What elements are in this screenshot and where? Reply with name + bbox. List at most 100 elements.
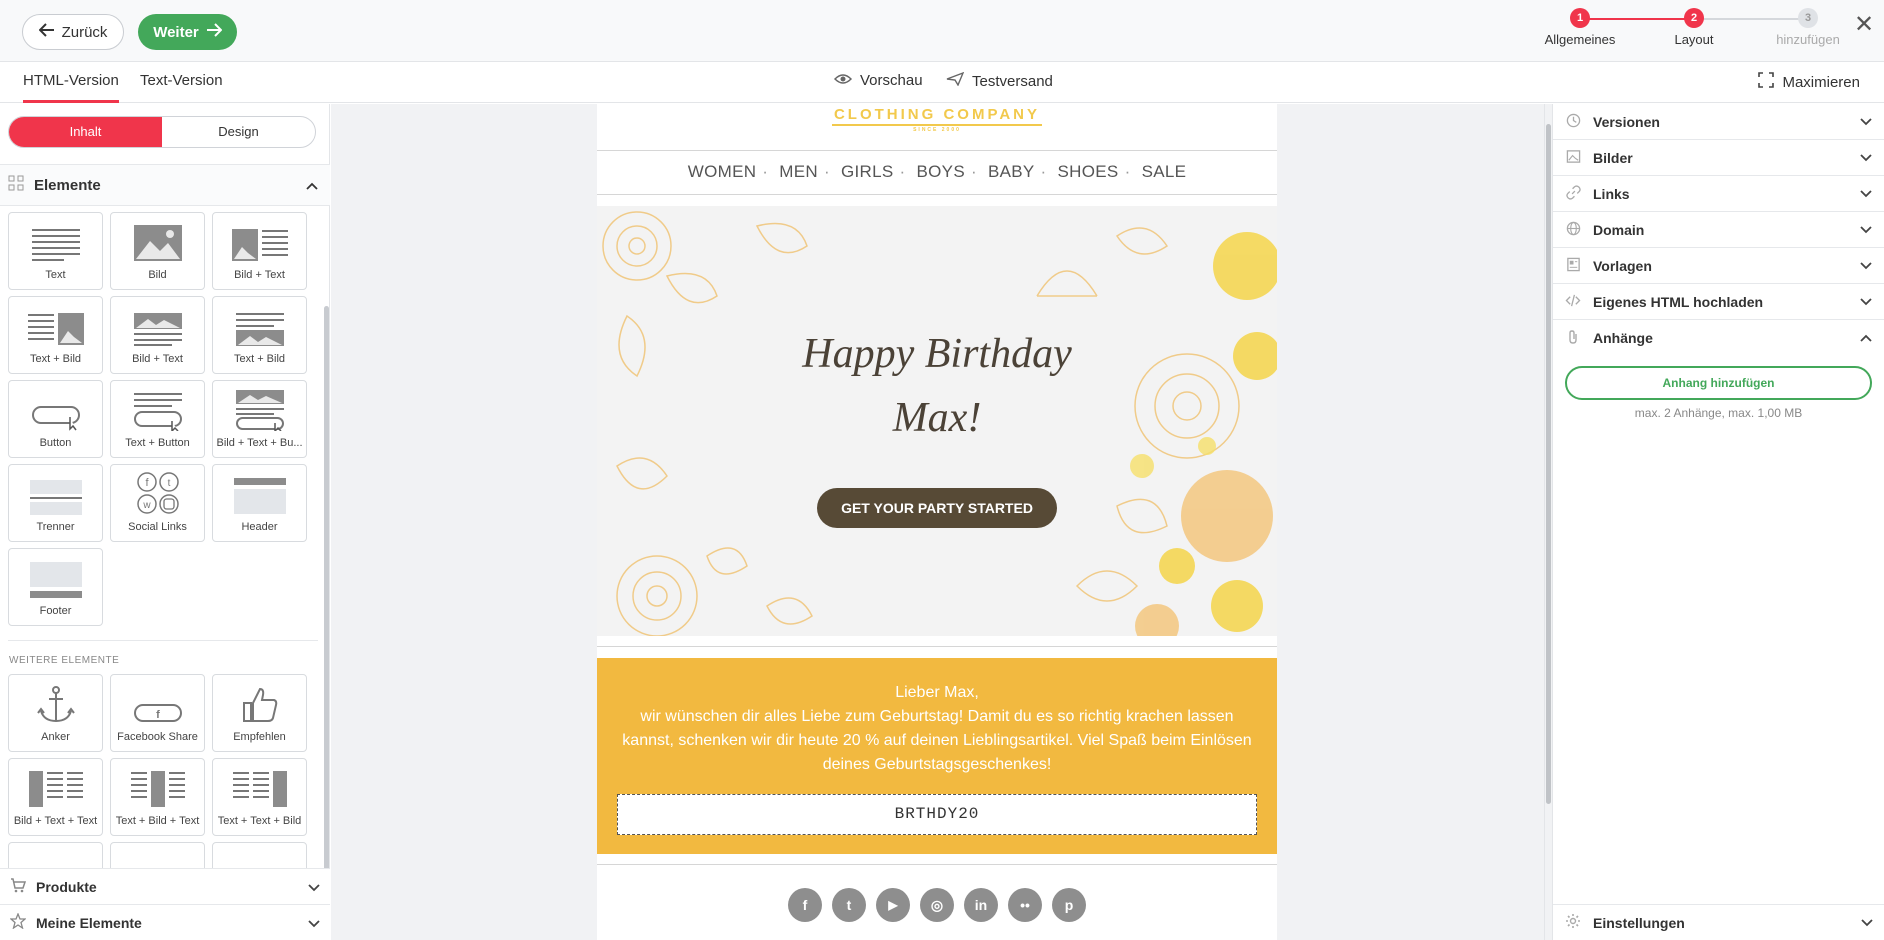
logo-since: SINCE 2000 [913,127,961,133]
next-button[interactable]: Weiter [138,14,237,50]
element-label: Bild [148,269,167,281]
element-text-image[interactable]: Text + Bild [8,296,103,374]
versions-section[interactable]: Versionen [1553,104,1884,140]
sidebar-scrollbar[interactable] [324,306,329,906]
chevron-down-icon[interactable] [1860,223,1872,237]
element-text-image-text[interactable]: Text + Bild + Text [110,758,205,836]
coupon-code[interactable]: BRTHDY20 [617,794,1257,835]
tab-text-version[interactable]: Text-Version [140,63,223,103]
chevron-down-icon[interactable] [1861,916,1873,930]
nav-link[interactable]: GIRLS [841,162,894,181]
element-header[interactable]: Header [212,464,307,542]
company-logo: CLOTHING COMPANY SINCE 2000 [597,104,1277,133]
chevron-up-icon[interactable] [1860,331,1872,345]
my-elements-section[interactable]: Meine Elemente [0,904,330,940]
flickr-icon[interactable]: •• [1008,888,1042,922]
links-section[interactable]: Links [1553,176,1884,212]
element-button[interactable]: Button [8,380,103,458]
domain-section[interactable]: Domain [1553,212,1884,248]
design-tab[interactable]: Design [162,117,315,147]
greeting-line: Lieber Max, [895,684,979,701]
products-section[interactable]: Produkte [0,868,330,904]
element-divider[interactable]: Trenner [8,464,103,542]
nav-link[interactable]: MEN [779,162,818,181]
element-image-over-text[interactable]: Bild + Text [110,296,205,374]
greeting-body: wir wünschen dir alles Liebe zum Geburts… [622,708,1252,773]
add-attachment-button[interactable]: Anhang hinzufügen [1565,366,1872,400]
top-bar: Zurück Weiter 1 Allgemeines 2 Layout 3 h… [0,0,1884,62]
chevron-down-icon[interactable] [308,879,320,895]
elements-section-header[interactable]: Elemente [0,164,330,206]
hero-banner[interactable]: Happy Birthday Max! GET YOUR PARTY START… [597,206,1277,636]
nav-link[interactable]: BOYS [917,162,965,181]
chevron-down-icon[interactable] [1860,295,1872,309]
email-canvas[interactable]: CLOTHING COMPANY SINCE 2000 WOMEN · MEN · … [331,104,1545,940]
nav-link[interactable]: WOMEN [688,162,757,181]
settings-section[interactable]: Einstellungen [1553,904,1884,940]
element-label: Button [39,437,72,449]
element-image-text-button[interactable]: Bild + Text + Bu... [212,380,307,458]
element-footer[interactable]: Footer [8,548,103,626]
social-links-block-icon: f t w [136,472,179,514]
images-section[interactable]: Bilder [1553,140,1884,176]
element-label: Bild + Text [132,353,183,365]
pinterest-icon[interactable]: p [1052,888,1086,922]
chevron-down-icon[interactable] [1860,259,1872,273]
chevron-down-icon[interactable] [1860,151,1872,165]
tab-html-version[interactable]: HTML-Version [23,63,119,103]
templates-section[interactable]: Vorlagen [1553,248,1884,284]
element-image-text-text[interactable]: Bild + Text + Text [8,758,103,836]
image-block-icon [133,225,182,261]
text-block-icon [31,229,80,261]
chevron-up-icon[interactable] [306,177,318,194]
linkedin-icon[interactable]: in [964,888,998,922]
facebook-icon[interactable]: f [788,888,822,922]
element-label: Bild + Text + Bu... [216,437,303,449]
close-icon[interactable]: ✕ [1854,10,1874,39]
products-label: Produkte [36,878,97,895]
element-image[interactable]: Bild [110,212,205,290]
upload-html-section[interactable]: Eigenes HTML hochladen [1553,284,1884,320]
element-text-over-image[interactable]: Text + Bild [212,296,307,374]
test-send-button[interactable]: Testversand [946,71,1053,90]
thumbs-up-icon [242,687,277,722]
element-text-text-image[interactable]: Text + Text + Bild [212,758,307,836]
text-text-image-block-icon [232,771,287,807]
more-elements-title: WEITERE ELEMENTE [9,655,120,666]
element-label: Trenner [36,521,75,533]
arrow-right-icon [206,23,223,41]
content-design-toggle: Inhalt Design [8,116,316,148]
settings-label: Einstellungen [1593,914,1685,931]
chevron-down-icon[interactable] [1860,187,1872,201]
text-image-block-icon [27,313,84,345]
element-facebook-share[interactable]: f Facebook Share [110,674,205,752]
element-text[interactable]: Text [8,212,103,290]
attachments-section[interactable]: Anhänge [1553,320,1884,356]
youtube-icon[interactable]: ▶ [876,888,910,922]
chevron-down-icon[interactable] [1860,115,1872,129]
element-anchor[interactable]: Anker [8,674,103,752]
party-cta-button[interactable]: GET YOUR PARTY STARTED [817,488,1057,528]
element-image-text[interactable]: Bild + Text [212,212,307,290]
logo-text: CLOTHING COMPANY [831,106,1043,126]
nav-link[interactable]: SHOES [1058,162,1119,181]
back-button[interactable]: Zurück [22,14,124,50]
images-label: Bilder [1593,149,1633,166]
maximize-button[interactable]: Maximieren [1758,72,1860,92]
content-tab[interactable]: Inhalt [9,117,162,147]
chevron-down-icon[interactable] [308,915,320,931]
back-label: Zurück [61,23,108,41]
canvas-scrollbar[interactable] [1544,104,1552,940]
element-social-links[interactable]: f t w Social Links [110,464,205,542]
upload-html-label: Eigenes HTML hochladen [1593,293,1764,310]
nav-link[interactable]: SALE [1142,162,1187,181]
nav-link[interactable]: BABY [988,162,1035,181]
element-text-button[interactable]: Text + Button [110,380,205,458]
image-text-text-block-icon [28,771,83,807]
email-body[interactable]: CLOTHING COMPANY SINCE 2000 WOMEN · MEN · … [597,104,1277,940]
greeting-block[interactable]: Lieber Max, wir wünschen dir alles Liebe… [597,658,1277,854]
instagram-icon[interactable]: ◎ [920,888,954,922]
preview-button[interactable]: Vorschau [833,72,923,89]
twitter-icon[interactable]: t [832,888,866,922]
element-recommend[interactable]: Empfehlen [212,674,307,752]
